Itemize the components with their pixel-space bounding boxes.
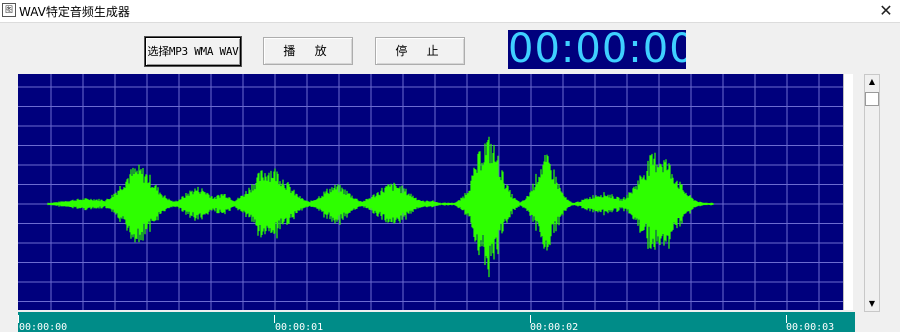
scroll-up-icon[interactable]: ▲ <box>865 75 879 89</box>
vertical-scrollbar[interactable]: ▲ ▼ <box>864 74 880 312</box>
stop-button[interactable]: 停 止 <box>375 37 465 65</box>
window-title: WAV特定音频生成器 <box>19 5 130 19</box>
app-icon: 图 <box>2 3 16 17</box>
title-bar: 图 WAV特定音频生成器 ✕ <box>0 0 900 23</box>
timeline-ruler: 00:00:00 00:00:01 00:00:02 00:00:03 <box>18 312 855 332</box>
play-button[interactable]: 播 放 <box>263 37 353 65</box>
close-icon[interactable]: ✕ <box>872 0 900 22</box>
scroll-down-icon[interactable]: ▼ <box>865 297 879 311</box>
audio-waveform <box>47 136 714 278</box>
waveform-canvas <box>18 74 843 310</box>
scrollbar-thumb[interactable] <box>865 92 879 106</box>
select-file-button[interactable]: 选择MP3 WMA WAV <box>145 37 241 66</box>
waveform-edge <box>843 74 853 310</box>
time-display: 00:00:00 <box>508 30 686 69</box>
tick-label: 00:00:00 <box>19 322 68 332</box>
tick-label: 00:00:02 <box>530 322 579 332</box>
tick-label: 00:00:03 <box>786 322 835 332</box>
waveform-panel[interactable] <box>18 74 843 310</box>
tick-label: 00:00:01 <box>275 322 324 332</box>
